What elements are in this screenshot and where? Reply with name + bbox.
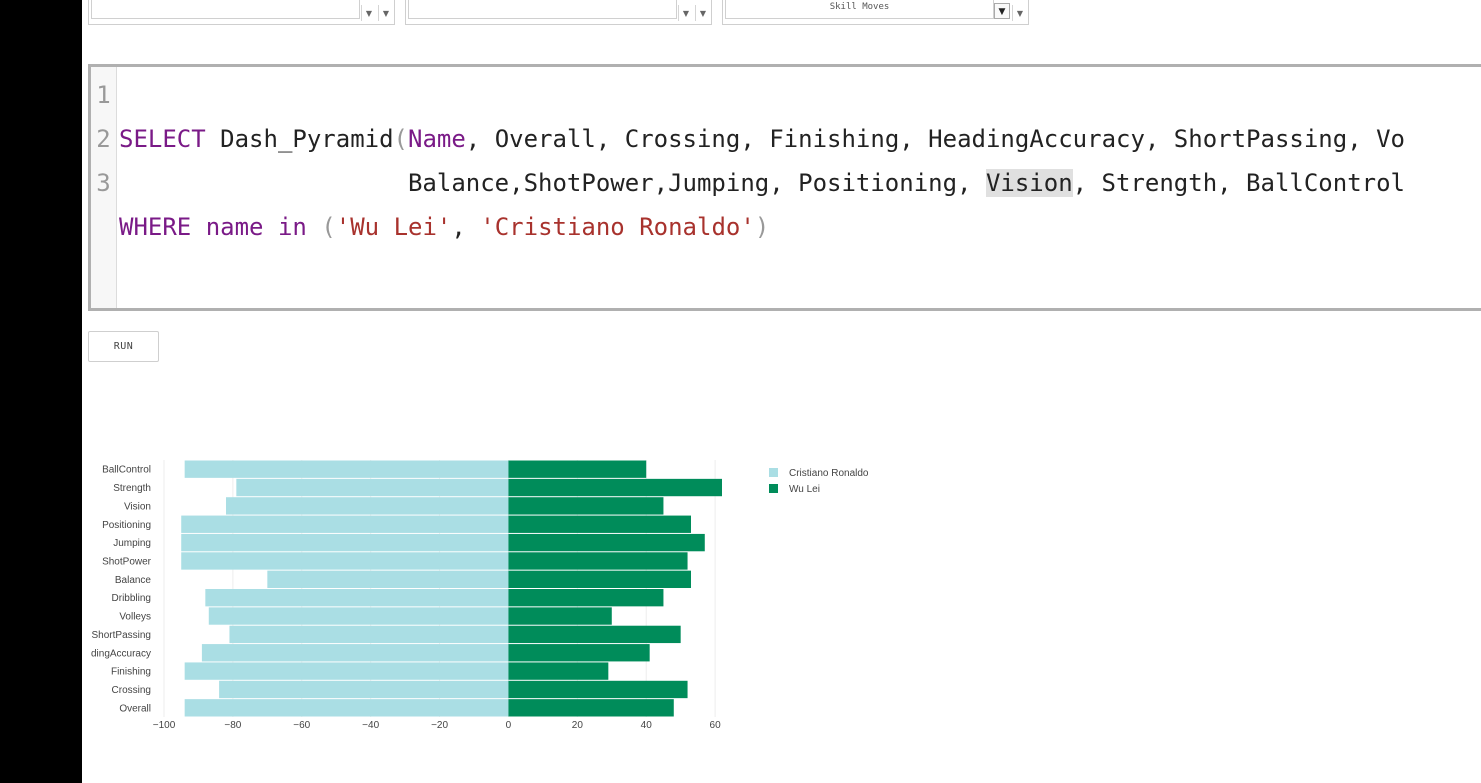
y-tick-label: ShortPassing [92, 630, 151, 641]
x-tick-label: 20 [572, 720, 584, 731]
open-paren: ( [393, 125, 408, 153]
bar-wu-lei [508, 680, 688, 699]
keyword-where: WHERE [119, 213, 192, 241]
filter-dropdown-2-value [408, 0, 677, 19]
bar-wu-lei [508, 570, 691, 588]
x-tick-label: −20 [431, 720, 448, 731]
bar-wu-lei [508, 644, 650, 662]
y-tick-label: BallControl [102, 465, 151, 476]
bar-wu-lei [508, 497, 664, 515]
open-paren: ( [321, 213, 336, 241]
bar-wu-lei [508, 552, 688, 570]
bar-wu-lei [508, 478, 722, 497]
y-tick-label: Overall [119, 703, 151, 714]
bar-cristiano-ronaldo [201, 644, 509, 662]
x-tick-label: −60 [293, 720, 310, 731]
chevron-down-icon[interactable]: ▼ [378, 5, 393, 21]
string-literal: 'Cristiano Ronaldo' [480, 213, 755, 241]
bar-cristiano-ronaldo [219, 680, 509, 699]
x-tick-label: −40 [362, 720, 379, 731]
bar-cristiano-ronaldo [184, 699, 509, 717]
bar-cristiano-ronaldo [208, 607, 509, 625]
chevron-down-icon[interactable]: ▼ [994, 3, 1010, 19]
code-line-1[interactable]: SELECT Dash_Pyramid(Name, Overall, Cross… [91, 73, 1405, 153]
chevron-down-icon[interactable]: ▼ [1012, 5, 1027, 21]
y-tick-label: Volleys [119, 612, 151, 623]
bar-cristiano-ronaldo [236, 478, 509, 497]
filter-dropdown-3-value: Skill Moves [725, 0, 994, 19]
bar-cristiano-ronaldo [184, 662, 509, 680]
x-tick-label: 60 [710, 720, 722, 731]
run-button[interactable]: RUN [88, 331, 159, 362]
highlighted-word: Vision [985, 169, 1073, 197]
bar-cristiano-ronaldo [181, 533, 509, 552]
comma: , [451, 213, 481, 241]
y-tick-label: Balance [115, 575, 152, 586]
legend-swatch [769, 484, 778, 493]
y-tick-label: Crossing [112, 685, 151, 696]
sql-editor[interactable]: 1 SELECT Dash_Pyramid(Name, Overall, Cro… [88, 64, 1481, 311]
bar-cristiano-ronaldo [205, 589, 509, 607]
code-line-3[interactable]: WHERE name in ('Wu Lei', 'Cristiano Rona… [91, 161, 769, 241]
y-tick-label: Dribbling [112, 593, 151, 604]
filter-dropdown-1-value [91, 0, 360, 19]
legend-label: Cristiano Ronaldo [789, 468, 869, 479]
bar-wu-lei [508, 607, 612, 625]
x-tick-label: −100 [153, 720, 176, 731]
chart-y-axis: Overall Crossing Finishing dingAccuracy Shor… [91, 465, 152, 715]
legend-label: Wu Lei [789, 484, 820, 495]
function-name: Dash_Pyramid [205, 125, 394, 153]
bar-wu-lei [508, 460, 647, 478]
close-paren: ) [754, 213, 770, 241]
bar-cristiano-ronaldo [181, 552, 509, 570]
bar-cristiano-ronaldo [226, 497, 509, 515]
bar-wu-lei [508, 515, 691, 533]
code-line-2[interactable]: Balance,ShotPower,Jumping, Positioning, … [91, 117, 1405, 197]
first-argument: Name [408, 125, 466, 153]
bar-cristiano-ronaldo [181, 515, 509, 533]
chevron-down-icon[interactable]: ▼ [695, 5, 710, 21]
y-tick-label: Positioning [102, 520, 151, 531]
filter-dropdown-2[interactable]: ▼ ▼ [405, 0, 712, 25]
chart-bars [181, 460, 722, 717]
y-tick-label: Strength [113, 483, 151, 494]
y-tick-label: Finishing [111, 667, 151, 678]
filter-dropdown-3[interactable]: Skill Moves ▼ ▼ [722, 0, 1029, 25]
argument-list: Balance,ShotPower,Jumping, Positioning, [119, 169, 986, 197]
filter-dropdown-1[interactable]: ▼ ▼ [88, 0, 395, 25]
bar-wu-lei [508, 699, 674, 717]
chevron-down-icon[interactable]: ▼ [678, 5, 693, 21]
argument-list: , Overall, Crossing, Finishing, HeadingA… [465, 125, 1405, 153]
legend-swatch [769, 468, 778, 477]
bar-wu-lei [508, 662, 609, 680]
y-tick-label: Jumping [113, 538, 151, 549]
bar-wu-lei [508, 589, 664, 607]
x-tick-label: 0 [506, 720, 512, 731]
chart-x-axis: −100 −80 −60 −40 −20 0 20 40 60 [153, 720, 721, 731]
bar-cristiano-ronaldo [229, 625, 509, 644]
argument-list: , Strength, BallControl [1072, 169, 1405, 197]
y-tick-label: ShotPower [102, 556, 152, 567]
y-tick-label: dingAccuracy [91, 648, 151, 659]
string-literal: 'Wu Lei' [335, 213, 452, 241]
pyramid-chart: Overall Crossing Finishing dingAccuracy Shor… [91, 460, 869, 731]
left-black-panel [0, 0, 82, 783]
x-tick-label: 40 [641, 720, 653, 731]
bar-cristiano-ronaldo [267, 570, 509, 588]
chevron-down-icon[interactable]: ▼ [361, 5, 376, 21]
bar-cristiano-ronaldo [184, 460, 509, 478]
keyword-in: in [263, 213, 307, 241]
keyword-name: name [191, 213, 264, 241]
x-tick-label: −80 [224, 720, 241, 731]
bar-wu-lei [508, 533, 705, 552]
y-tick-label: Vision [124, 501, 151, 512]
chart-legend: Cristiano Ronaldo Wu Lei [769, 468, 869, 495]
bar-wu-lei [508, 625, 681, 644]
